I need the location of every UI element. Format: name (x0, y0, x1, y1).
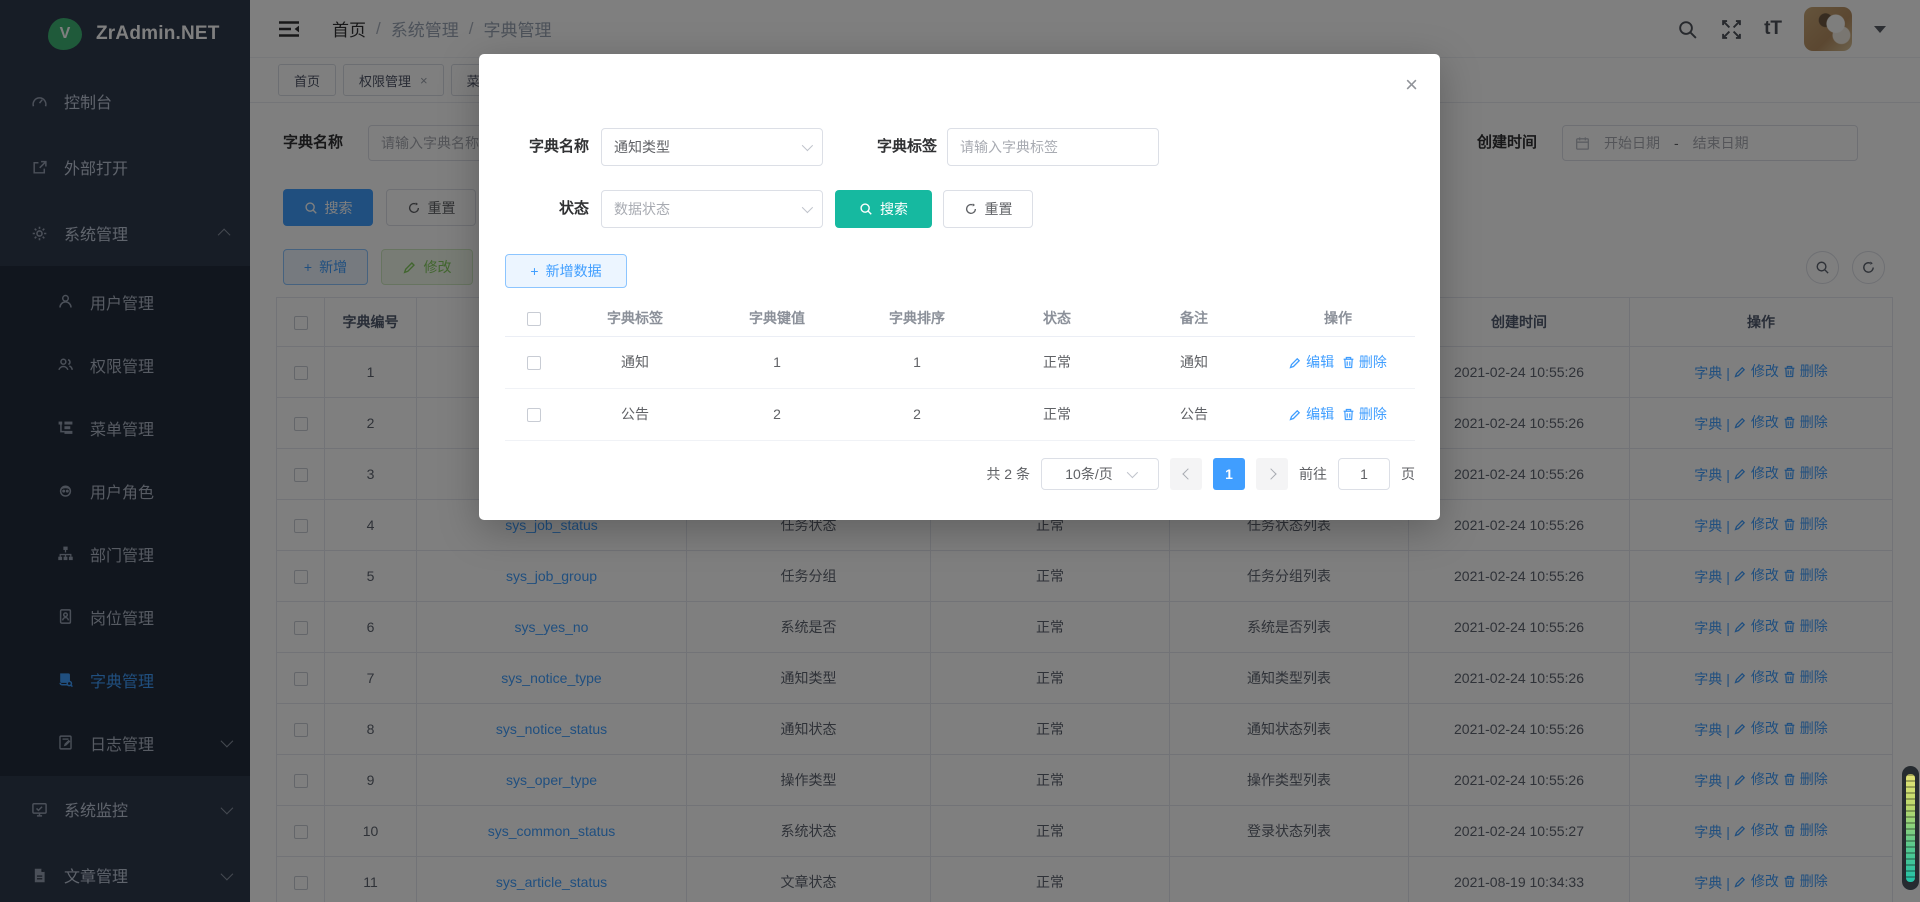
delete-link[interactable]: 删除 (1342, 352, 1387, 372)
scrollbar-track (1902, 766, 1919, 890)
pagination-total: 共 2 条 (986, 464, 1030, 484)
page-1-button[interactable]: 1 (1213, 458, 1245, 490)
modal-row-checkbox[interactable] (527, 408, 541, 422)
chevron-right-icon (1265, 468, 1276, 479)
modal-reset-button[interactable]: 重置 (943, 190, 1033, 228)
scrollbar-thumb[interactable] (1906, 774, 1915, 882)
modal-table-header-row: 字典标签 字典键值 字典排序 状态 备注 操作 (505, 300, 1415, 336)
modal-status-label: 状态 (479, 190, 589, 228)
edit-link[interactable]: 编辑 (1289, 352, 1334, 372)
modal-add-data-button-label: 新增数据 (546, 261, 602, 281)
page-size-select[interactable]: 10条/页 (1041, 458, 1159, 490)
goto-page-input[interactable]: 1 (1338, 458, 1390, 490)
modal-search-button-label: 搜索 (880, 199, 908, 219)
pencil-icon (1289, 356, 1302, 369)
modal-close-icon[interactable]: × (1405, 74, 1418, 96)
modal-row-checkbox[interactable] (527, 356, 541, 370)
modal-dict-name-select[interactable]: 通知类型 (601, 128, 823, 166)
modal-add-data-button[interactable]: + 新增数据 (505, 254, 627, 288)
col-dict-value: 字典键值 (707, 300, 847, 336)
refresh-icon (964, 202, 978, 216)
app-screen: V ZrAdmin.NET 控制台 外部打开 系统管理 用户管理 (0, 0, 1920, 902)
next-page-button[interactable] (1256, 458, 1288, 490)
modal-status-select[interactable]: 数据状态 (601, 190, 823, 228)
goto-label: 前往 (1299, 464, 1327, 484)
search-icon (859, 202, 873, 216)
cell-dict-label: 公告 (563, 388, 707, 440)
modal-dict-name-label: 字典名称 (479, 128, 589, 166)
page-unit-label: 页 (1401, 464, 1415, 484)
plus-icon: + (530, 263, 538, 279)
chevron-down-icon (802, 140, 813, 151)
cell-status: 正常 (987, 336, 1127, 388)
modal-dict-label-label: 字典标签 (837, 128, 937, 166)
modal-dict-label-input[interactable]: 请输入字典标签 (947, 128, 1159, 166)
dict-data-modal: × 字典名称 通知类型 字典标签 请输入字典标签 状态 数据状态 搜索 重置 +… (479, 54, 1440, 520)
dict-data-table: 字典标签 字典键值 字典排序 状态 备注 操作 通知 1 1 正常 通知 编辑 … (505, 300, 1415, 441)
cell-dict-label: 通知 (563, 336, 707, 388)
prev-page-button[interactable] (1170, 458, 1202, 490)
col-dict-sort: 字典排序 (847, 300, 987, 336)
page-size-value: 10条/页 (1065, 464, 1112, 484)
modal-search-button[interactable]: 搜索 (835, 190, 932, 228)
pencil-icon (1289, 408, 1302, 421)
cell-dict-value: 1 (707, 336, 847, 388)
modal-dict-name-value: 通知类型 (614, 137, 670, 157)
cell-dict-sort: 1 (847, 336, 987, 388)
modal-select-all-checkbox[interactable] (527, 312, 541, 326)
modal-dict-label-placeholder: 请输入字典标签 (960, 137, 1058, 157)
cell-dict-value: 2 (707, 388, 847, 440)
cell-status: 正常 (987, 388, 1127, 440)
chevron-down-icon (1126, 467, 1137, 478)
cell-remark: 公告 (1127, 388, 1261, 440)
trash-icon (1342, 408, 1355, 421)
modal-status-placeholder: 数据状态 (614, 199, 670, 219)
chevron-down-icon (802, 202, 813, 213)
modal-pagination: 共 2 条 10条/页 1 前往 1 页 (986, 458, 1415, 490)
trash-icon (1342, 356, 1355, 369)
modal-table-row: 通知 1 1 正常 通知 编辑 删除 (505, 336, 1415, 388)
col-ops: 操作 (1261, 300, 1415, 336)
modal-table-row: 公告 2 2 正常 公告 编辑 删除 (505, 388, 1415, 440)
cell-dict-sort: 2 (847, 388, 987, 440)
edit-link[interactable]: 编辑 (1289, 404, 1334, 424)
col-remark: 备注 (1127, 300, 1261, 336)
delete-link[interactable]: 删除 (1342, 404, 1387, 424)
col-status: 状态 (987, 300, 1127, 336)
chevron-left-icon (1182, 468, 1193, 479)
cell-remark: 通知 (1127, 336, 1261, 388)
col-dict-label: 字典标签 (563, 300, 707, 336)
modal-reset-button-label: 重置 (985, 199, 1013, 219)
